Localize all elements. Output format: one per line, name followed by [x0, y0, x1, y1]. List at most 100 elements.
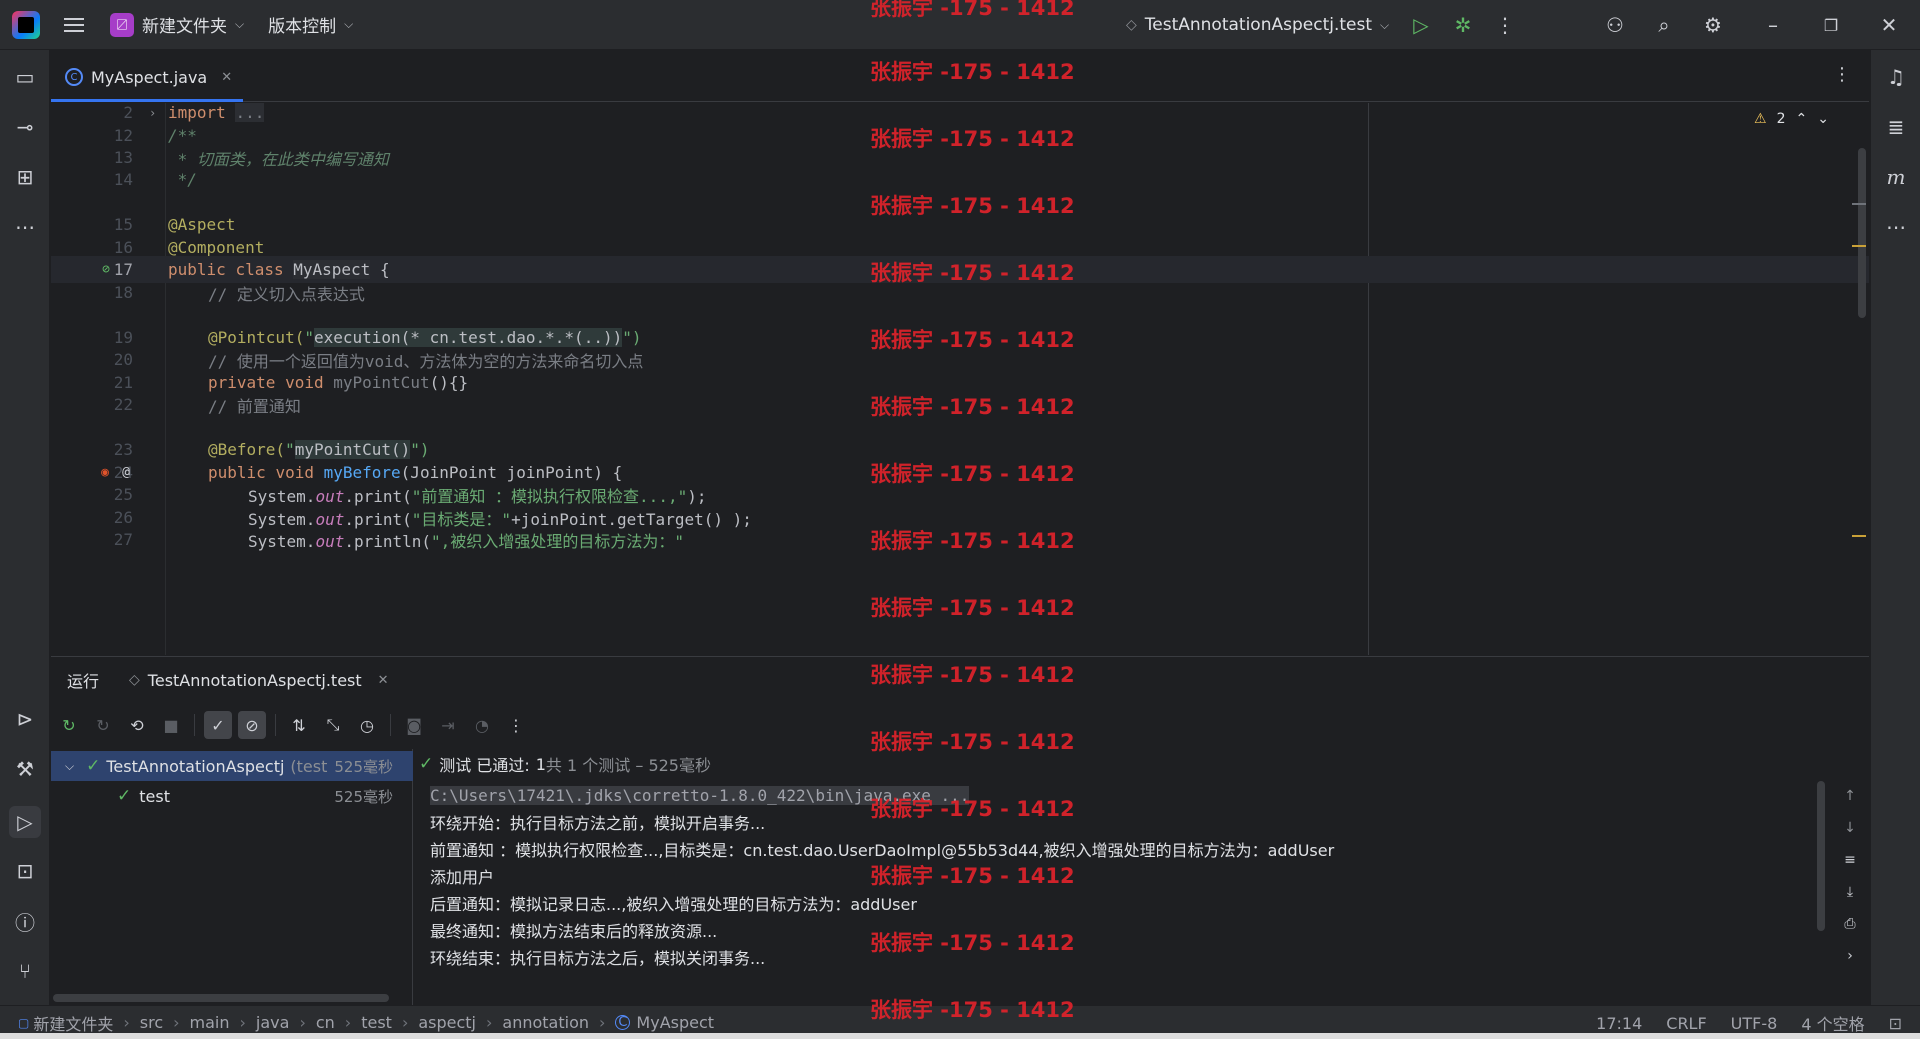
breadcrumb: ▢ 新建文件夹 › src › main › java › cn › test › aspec…: [18, 1011, 714, 1035]
module-icon: ▢: [18, 1015, 30, 1030]
watermark: 张振宇 -175 - 1412: [870, 529, 1075, 553]
test-tree-item[interactable]: ✓ test 525毫秒: [51, 781, 413, 811]
line-separator[interactable]: CRLF: [1666, 1014, 1706, 1033]
up-arrow-icon[interactable]: ↑: [1839, 785, 1861, 807]
code-line: 14 */: [113, 170, 197, 189]
more-tools-icon[interactable]: ⋯: [1883, 214, 1909, 240]
close-tab-icon[interactable]: ✕: [378, 673, 389, 688]
history-icon[interactable]: ◷: [353, 711, 381, 739]
file-encoding[interactable]: UTF-8: [1731, 1014, 1778, 1033]
build-hammer-icon[interactable]: ⚒: [12, 756, 38, 782]
sort-icon[interactable]: ⇅: [285, 711, 313, 739]
main-menu-icon[interactable]: [62, 13, 86, 37]
import-icon[interactable]: ⇥: [434, 711, 462, 739]
test-tree-root[interactable]: ⌵ ✓ TestAnnotationAspectj (test 525毫秒: [51, 751, 413, 781]
watermark: 张振宇 -175 - 1412: [870, 797, 1075, 821]
tree-scrollbar[interactable]: [53, 994, 389, 1002]
project-folder-icon[interactable]: ▭: [12, 64, 38, 90]
lock-icon[interactable]: ⊡: [1889, 1014, 1902, 1033]
rerun-failed-icon[interactable]: ↻: [89, 711, 117, 739]
commit-icon[interactable]: ⊸: [12, 114, 38, 140]
breadcrumb-item[interactable]: › C MyAspect: [589, 1013, 714, 1032]
watermark: 张振宇 -175 - 1412: [870, 663, 1075, 687]
passed-check-icon: ✓: [117, 786, 132, 806]
test-duration: 525毫秒: [334, 757, 393, 776]
breadcrumb-item[interactable]: › main: [163, 1013, 229, 1032]
terminal-icon[interactable]: ⊡: [12, 858, 38, 884]
ide-logo-icon[interactable]: [12, 10, 40, 39]
soft-wrap-icon[interactable]: ≡: [1839, 849, 1861, 871]
add-user-icon[interactable]: ⚇: [1602, 12, 1628, 38]
caret-position[interactable]: 17:14: [1596, 1014, 1642, 1033]
breadcrumb-item[interactable]: › annotation: [476, 1013, 589, 1032]
maven-icon[interactable]: m: [1883, 164, 1909, 190]
watermark: 张振宇 -175 - 1412: [870, 0, 1075, 20]
debug-icon[interactable]: ✲: [1450, 12, 1476, 38]
chevron-down-icon: ⌵: [1380, 17, 1390, 32]
annotation-gutter-icon[interactable]: @: [117, 464, 135, 482]
settings-gear-icon[interactable]: ⚙: [1700, 12, 1726, 38]
coverage-icon[interactable]: ◔: [468, 711, 496, 739]
search-icon[interactable]: ⌕: [1651, 12, 1677, 38]
minimize-icon[interactable]: –: [1760, 12, 1786, 38]
watermark: 张振宇 -175 - 1412: [870, 864, 1075, 888]
toggle-auto-test-icon[interactable]: ⟲: [123, 711, 151, 739]
notifications-bell-icon[interactable]: ♫: [1883, 64, 1909, 90]
services-icon[interactable]: ⊳: [12, 706, 38, 732]
advice-gutter-icon[interactable]: ◉: [96, 464, 114, 482]
console-scrollbar[interactable]: [1817, 781, 1825, 931]
java-class-icon: C: [615, 1015, 631, 1030]
test-status: ✓ 测试 已通过: 1 共 1 个测试 – 525毫秒: [419, 754, 711, 775]
print-icon[interactable]: ⎙: [1839, 913, 1861, 935]
chevron-right-icon[interactable]: ›: [1839, 945, 1861, 967]
console-line: 后置通知：模拟记录日志...,被织入增强处理的目标方法为：addUser: [430, 895, 917, 914]
bean-gutter-icon[interactable]: ⊘: [97, 261, 115, 279]
show-ignored-icon[interactable]: ⊘: [238, 711, 266, 739]
tab-options-icon[interactable]: ⋮: [1833, 64, 1851, 85]
more-actions-icon[interactable]: ⋮: [1492, 12, 1518, 38]
run-config-selector[interactable]: ◇ TestAnnotationAspectj.test ⌵: [1126, 0, 1389, 50]
database-icon[interactable]: ≣: [1883, 114, 1909, 140]
fold-expand-icon[interactable]: ›: [149, 106, 156, 120]
breadcrumb-item[interactable]: › src: [113, 1013, 163, 1032]
breadcrumb-item[interactable]: › test: [335, 1013, 392, 1032]
project-selector[interactable]: 〼 新建文件夹 ⌵: [110, 12, 244, 37]
restore-icon[interactable]: ❐: [1818, 12, 1844, 38]
git-branch-icon[interactable]: ⑂: [12, 958, 38, 984]
screenshot-icon[interactable]: ◙: [400, 711, 428, 739]
run-tool-icon[interactable]: ▷: [9, 806, 41, 838]
close-tab-icon[interactable]: ✕: [221, 70, 232, 85]
breadcrumb-item[interactable]: › aspectj: [392, 1013, 476, 1032]
structure-icon[interactable]: ⊞: [12, 164, 38, 190]
scroll-to-end-icon[interactable]: ⤓: [1839, 881, 1861, 903]
console-output[interactable]: C:\Users\17421\.jdks\corretto-1.8.0_422\…: [419, 781, 1809, 1006]
test-config-icon: ◇: [129, 672, 140, 688]
run-icon[interactable]: ▷: [1408, 12, 1434, 38]
run-tab[interactable]: ◇ TestAnnotationAspectj.test ✕: [129, 671, 389, 690]
down-arrow-icon[interactable]: ↓: [1839, 817, 1861, 839]
run-config-label: TestAnnotationAspectj.test: [1144, 15, 1373, 35]
passed-check-icon: ✓: [86, 756, 101, 776]
indent-setting[interactable]: 4 个空格: [1801, 1011, 1864, 1035]
breadcrumb-item[interactable]: › java: [230, 1013, 290, 1032]
breadcrumb-item[interactable]: ▢ 新建文件夹: [18, 1011, 113, 1035]
vcs-selector[interactable]: 版本控制 ⌵: [268, 12, 353, 37]
problems-icon[interactable]: ⓘ: [12, 908, 38, 935]
rerun-icon[interactable]: ↻: [55, 711, 83, 739]
show-passed-icon[interactable]: ✓: [204, 711, 232, 739]
chevron-down-icon: ⌵: [344, 17, 354, 31]
editor-scrollbar[interactable]: [1858, 148, 1866, 318]
collapse-icon[interactable]: ⤡: [319, 711, 347, 739]
chevron-down-icon[interactable]: ⌵: [65, 759, 74, 774]
console-line: 环绕开始：执行目标方法之前，模拟开启事务...: [430, 814, 766, 833]
close-icon[interactable]: ✕: [1876, 12, 1902, 38]
test-method-label: test: [139, 786, 170, 806]
more-options-icon[interactable]: ⋮: [502, 711, 530, 739]
code-editor[interactable]: ⚠ 2 ⌃ ⌄ 2 › import ... 12 /** 13 * 切面类，在…: [51, 103, 1869, 655]
breadcrumb-item[interactable]: › cn: [289, 1013, 334, 1032]
tab-myaspect[interactable]: C MyAspect.java ✕: [65, 60, 232, 94]
more-tools-icon[interactable]: ⋯: [12, 214, 38, 240]
stop-icon[interactable]: ■: [157, 711, 185, 739]
console-tools: ↑ ↓ ≡ ⤓ ⎙ ›: [1835, 785, 1865, 1005]
right-tool-strip: ♫ ≣ m ⋯: [1870, 50, 1920, 1005]
